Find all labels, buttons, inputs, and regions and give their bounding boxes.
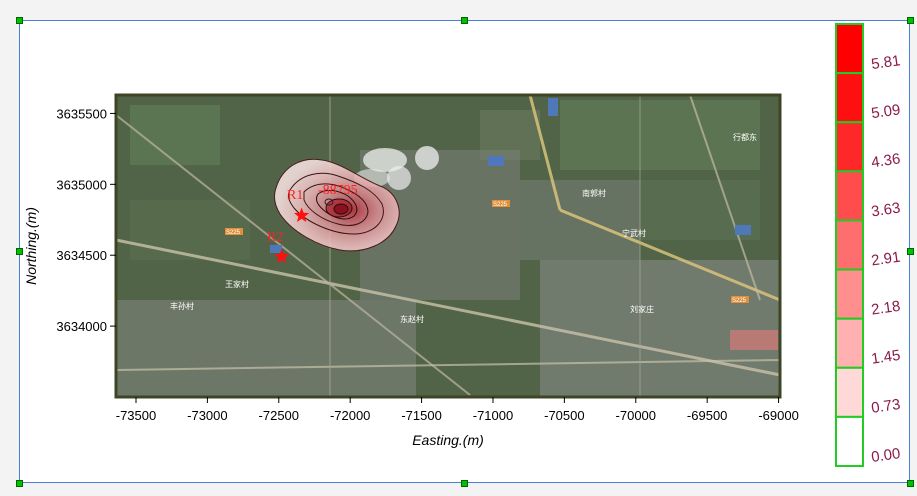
- map-label: S225: [732, 298, 747, 304]
- satellite-basemap: S225 S225 S225 南郭村 宁武村 行都东 王家村 丰孙村 刘家庄 东…: [115, 94, 781, 397]
- colorbar-label: 1.45: [870, 347, 901, 368]
- x-tick-label: -69500: [687, 408, 727, 423]
- x-tick-label: -73000: [187, 408, 227, 423]
- colorbar-segment: [835, 268, 864, 320]
- colorbar-label: 0.73: [870, 396, 901, 417]
- colorbar-segment: [835, 121, 864, 173]
- contour-map-chart: S225 S225 S225 南郭村 宁武村 行都东 王家村 丰孙村 刘家庄 东…: [23, 23, 901, 467]
- x-axis: -73500 -73000 -72500 -72000 -71500 -71000 -705…: [116, 397, 799, 423]
- colorbar: 5.81 5.09 4.36 3.63 2.91 2.18 1.45 0.73 0.00: [835, 23, 901, 467]
- colorbar-segment: [835, 415, 864, 467]
- colorbar-segment: [835, 170, 864, 222]
- colorbar-segment: [835, 23, 864, 75]
- y-tick-label: 3635500: [56, 106, 107, 121]
- map-label: 刘家庄: [630, 304, 654, 314]
- map-label: 东赵村: [400, 314, 424, 324]
- x-tick-label: -70500: [544, 408, 584, 423]
- x-axis-label: Easting.(m): [412, 432, 484, 448]
- map-label: 南郭村: [582, 188, 606, 198]
- colorbar-label: 3.63: [870, 200, 901, 221]
- x-tick-label: -72000: [330, 408, 370, 423]
- colorbar-label: 5.81: [870, 52, 901, 73]
- y-tick-label: 3634500: [56, 248, 107, 263]
- map-label: S225: [493, 202, 508, 208]
- colorbar-label: 4.36: [870, 150, 901, 171]
- colorbar-segment: [835, 366, 864, 418]
- peak-label: -88795: [318, 183, 358, 198]
- colorbar-label: 2.91: [870, 249, 901, 270]
- y-axis-label: Northing.(m): [23, 207, 39, 285]
- map-label: 行都东: [733, 132, 757, 142]
- map-label: 王家村: [225, 279, 249, 289]
- colorbar-label: 2.18: [870, 298, 901, 319]
- x-tick-label: -69000: [758, 408, 798, 423]
- map-label: 宁武村: [622, 228, 646, 238]
- x-tick-label: -71500: [401, 408, 441, 423]
- map-label: 丰孙村: [170, 301, 194, 311]
- colorbar-label: 0.00: [870, 445, 901, 466]
- x-tick-label: -71000: [473, 408, 513, 423]
- colorbar-label: 5.09: [870, 101, 901, 122]
- x-tick-label: -73500: [116, 408, 156, 423]
- colorbar-segment: [835, 72, 864, 124]
- colorbar-segment: [835, 317, 864, 369]
- receptor-label-r2: R2: [267, 230, 283, 245]
- y-tick-label: 3635000: [56, 177, 107, 192]
- x-tick-label: -72500: [259, 408, 299, 423]
- map-label: S225: [226, 230, 241, 236]
- colorbar-segment: [835, 219, 864, 271]
- y-axis: 3634000 3634500 3635000 3635500: [56, 106, 116, 334]
- y-tick-label: 3634000: [56, 319, 107, 334]
- receptor-label-r1: R1: [287, 188, 303, 203]
- x-tick-label: -70000: [616, 408, 656, 423]
